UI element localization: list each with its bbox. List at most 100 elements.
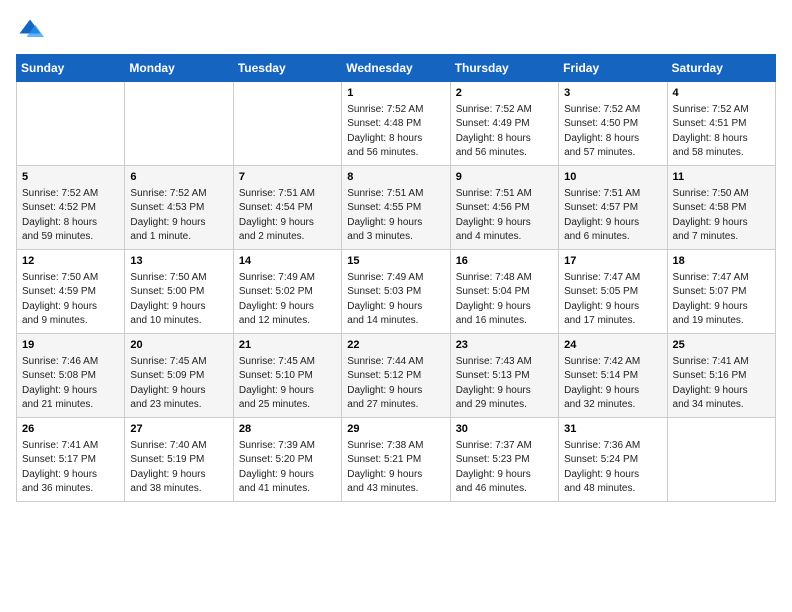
day-info: Sunrise: 7:52 AM Sunset: 4:49 PM Dayligh… <box>456 103 553 161</box>
day-info: Sunrise: 7:46 AM Sunset: 5:08 PM Dayligh… <box>22 355 119 413</box>
day-info: Sunrise: 7:52 AM Sunset: 4:50 PM Dayligh… <box>564 103 661 161</box>
day-number: 10 <box>564 170 661 186</box>
day-info: Sunrise: 7:50 AM Sunset: 4:58 PM Dayligh… <box>673 187 770 245</box>
calendar-week-row: 26Sunrise: 7:41 AM Sunset: 5:17 PM Dayli… <box>17 417 776 501</box>
day-info: Sunrise: 7:47 AM Sunset: 5:07 PM Dayligh… <box>673 271 770 329</box>
calendar-cell: 13Sunrise: 7:50 AM Sunset: 5:00 PM Dayli… <box>125 249 233 333</box>
day-info: Sunrise: 7:52 AM Sunset: 4:52 PM Dayligh… <box>22 187 119 245</box>
calendar-week-row: 19Sunrise: 7:46 AM Sunset: 5:08 PM Dayli… <box>17 333 776 417</box>
day-info: Sunrise: 7:45 AM Sunset: 5:09 PM Dayligh… <box>130 355 227 413</box>
day-number: 13 <box>130 254 227 270</box>
day-of-week-header: Tuesday <box>233 55 341 82</box>
calendar-cell: 19Sunrise: 7:46 AM Sunset: 5:08 PM Dayli… <box>17 333 125 417</box>
calendar-cell: 6Sunrise: 7:52 AM Sunset: 4:53 PM Daylig… <box>125 165 233 249</box>
day-number: 14 <box>239 254 336 270</box>
day-info: Sunrise: 7:52 AM Sunset: 4:48 PM Dayligh… <box>347 103 444 161</box>
day-info: Sunrise: 7:43 AM Sunset: 5:13 PM Dayligh… <box>456 355 553 413</box>
day-of-week-header: Thursday <box>450 55 558 82</box>
days-of-week-row: SundayMondayTuesdayWednesdayThursdayFrid… <box>17 55 776 82</box>
day-number: 11 <box>673 170 770 186</box>
day-number: 21 <box>239 338 336 354</box>
day-info: Sunrise: 7:51 AM Sunset: 4:54 PM Dayligh… <box>239 187 336 245</box>
calendar-cell: 30Sunrise: 7:37 AM Sunset: 5:23 PM Dayli… <box>450 417 558 501</box>
calendar-cell: 12Sunrise: 7:50 AM Sunset: 4:59 PM Dayli… <box>17 249 125 333</box>
day-number: 15 <box>347 254 444 270</box>
calendar-cell: 21Sunrise: 7:45 AM Sunset: 5:10 PM Dayli… <box>233 333 341 417</box>
day-info: Sunrise: 7:52 AM Sunset: 4:51 PM Dayligh… <box>673 103 770 161</box>
day-number: 4 <box>673 86 770 102</box>
calendar-week-row: 5Sunrise: 7:52 AM Sunset: 4:52 PM Daylig… <box>17 165 776 249</box>
day-number: 22 <box>347 338 444 354</box>
calendar-week-row: 1Sunrise: 7:52 AM Sunset: 4:48 PM Daylig… <box>17 82 776 166</box>
calendar-cell: 18Sunrise: 7:47 AM Sunset: 5:07 PM Dayli… <box>667 249 775 333</box>
calendar-cell: 10Sunrise: 7:51 AM Sunset: 4:57 PM Dayli… <box>559 165 667 249</box>
logo <box>16 16 48 44</box>
day-of-week-header: Saturday <box>667 55 775 82</box>
day-info: Sunrise: 7:48 AM Sunset: 5:04 PM Dayligh… <box>456 271 553 329</box>
calendar-cell <box>125 82 233 166</box>
day-number: 23 <box>456 338 553 354</box>
calendar-cell: 24Sunrise: 7:42 AM Sunset: 5:14 PM Dayli… <box>559 333 667 417</box>
calendar-cell: 22Sunrise: 7:44 AM Sunset: 5:12 PM Dayli… <box>342 333 450 417</box>
day-number: 20 <box>130 338 227 354</box>
day-number: 7 <box>239 170 336 186</box>
calendar-cell: 25Sunrise: 7:41 AM Sunset: 5:16 PM Dayli… <box>667 333 775 417</box>
day-number: 29 <box>347 422 444 438</box>
calendar-cell: 4Sunrise: 7:52 AM Sunset: 4:51 PM Daylig… <box>667 82 775 166</box>
calendar-cell <box>17 82 125 166</box>
day-info: Sunrise: 7:49 AM Sunset: 5:02 PM Dayligh… <box>239 271 336 329</box>
calendar-cell: 16Sunrise: 7:48 AM Sunset: 5:04 PM Dayli… <box>450 249 558 333</box>
calendar-cell: 20Sunrise: 7:45 AM Sunset: 5:09 PM Dayli… <box>125 333 233 417</box>
calendar-cell: 23Sunrise: 7:43 AM Sunset: 5:13 PM Dayli… <box>450 333 558 417</box>
calendar-cell: 5Sunrise: 7:52 AM Sunset: 4:52 PM Daylig… <box>17 165 125 249</box>
day-number: 12 <box>22 254 119 270</box>
calendar-cell: 8Sunrise: 7:51 AM Sunset: 4:55 PM Daylig… <box>342 165 450 249</box>
calendar-cell: 15Sunrise: 7:49 AM Sunset: 5:03 PM Dayli… <box>342 249 450 333</box>
calendar-cell <box>233 82 341 166</box>
calendar-cell: 27Sunrise: 7:40 AM Sunset: 5:19 PM Dayli… <box>125 417 233 501</box>
day-number: 9 <box>456 170 553 186</box>
day-number: 16 <box>456 254 553 270</box>
day-info: Sunrise: 7:49 AM Sunset: 5:03 PM Dayligh… <box>347 271 444 329</box>
calendar-cell: 31Sunrise: 7:36 AM Sunset: 5:24 PM Dayli… <box>559 417 667 501</box>
day-info: Sunrise: 7:51 AM Sunset: 4:57 PM Dayligh… <box>564 187 661 245</box>
day-number: 8 <box>347 170 444 186</box>
calendar-cell: 17Sunrise: 7:47 AM Sunset: 5:05 PM Dayli… <box>559 249 667 333</box>
calendar-cell: 9Sunrise: 7:51 AM Sunset: 4:56 PM Daylig… <box>450 165 558 249</box>
day-info: Sunrise: 7:38 AM Sunset: 5:21 PM Dayligh… <box>347 439 444 497</box>
day-info: Sunrise: 7:51 AM Sunset: 4:56 PM Dayligh… <box>456 187 553 245</box>
day-number: 27 <box>130 422 227 438</box>
day-info: Sunrise: 7:41 AM Sunset: 5:16 PM Dayligh… <box>673 355 770 413</box>
calendar-cell: 1Sunrise: 7:52 AM Sunset: 4:48 PM Daylig… <box>342 82 450 166</box>
day-number: 2 <box>456 86 553 102</box>
day-info: Sunrise: 7:52 AM Sunset: 4:53 PM Dayligh… <box>130 187 227 245</box>
calendar-cell: 7Sunrise: 7:51 AM Sunset: 4:54 PM Daylig… <box>233 165 341 249</box>
day-of-week-header: Wednesday <box>342 55 450 82</box>
day-number: 6 <box>130 170 227 186</box>
calendar-cell <box>667 417 775 501</box>
calendar-cell: 14Sunrise: 7:49 AM Sunset: 5:02 PM Dayli… <box>233 249 341 333</box>
day-number: 1 <box>347 86 444 102</box>
day-info: Sunrise: 7:40 AM Sunset: 5:19 PM Dayligh… <box>130 439 227 497</box>
day-number: 28 <box>239 422 336 438</box>
day-number: 3 <box>564 86 661 102</box>
calendar-cell: 26Sunrise: 7:41 AM Sunset: 5:17 PM Dayli… <box>17 417 125 501</box>
calendar-cell: 11Sunrise: 7:50 AM Sunset: 4:58 PM Dayli… <box>667 165 775 249</box>
page-header <box>16 16 776 44</box>
calendar-cell: 3Sunrise: 7:52 AM Sunset: 4:50 PM Daylig… <box>559 82 667 166</box>
day-info: Sunrise: 7:51 AM Sunset: 4:55 PM Dayligh… <box>347 187 444 245</box>
calendar-cell: 28Sunrise: 7:39 AM Sunset: 5:20 PM Dayli… <box>233 417 341 501</box>
day-of-week-header: Sunday <box>17 55 125 82</box>
day-info: Sunrise: 7:50 AM Sunset: 5:00 PM Dayligh… <box>130 271 227 329</box>
day-number: 30 <box>456 422 553 438</box>
day-number: 5 <box>22 170 119 186</box>
day-number: 31 <box>564 422 661 438</box>
day-number: 17 <box>564 254 661 270</box>
day-info: Sunrise: 7:36 AM Sunset: 5:24 PM Dayligh… <box>564 439 661 497</box>
day-info: Sunrise: 7:39 AM Sunset: 5:20 PM Dayligh… <box>239 439 336 497</box>
logo-icon <box>16 16 44 44</box>
day-number: 25 <box>673 338 770 354</box>
day-number: 24 <box>564 338 661 354</box>
day-of-week-header: Monday <box>125 55 233 82</box>
calendar-table: SundayMondayTuesdayWednesdayThursdayFrid… <box>16 54 776 502</box>
